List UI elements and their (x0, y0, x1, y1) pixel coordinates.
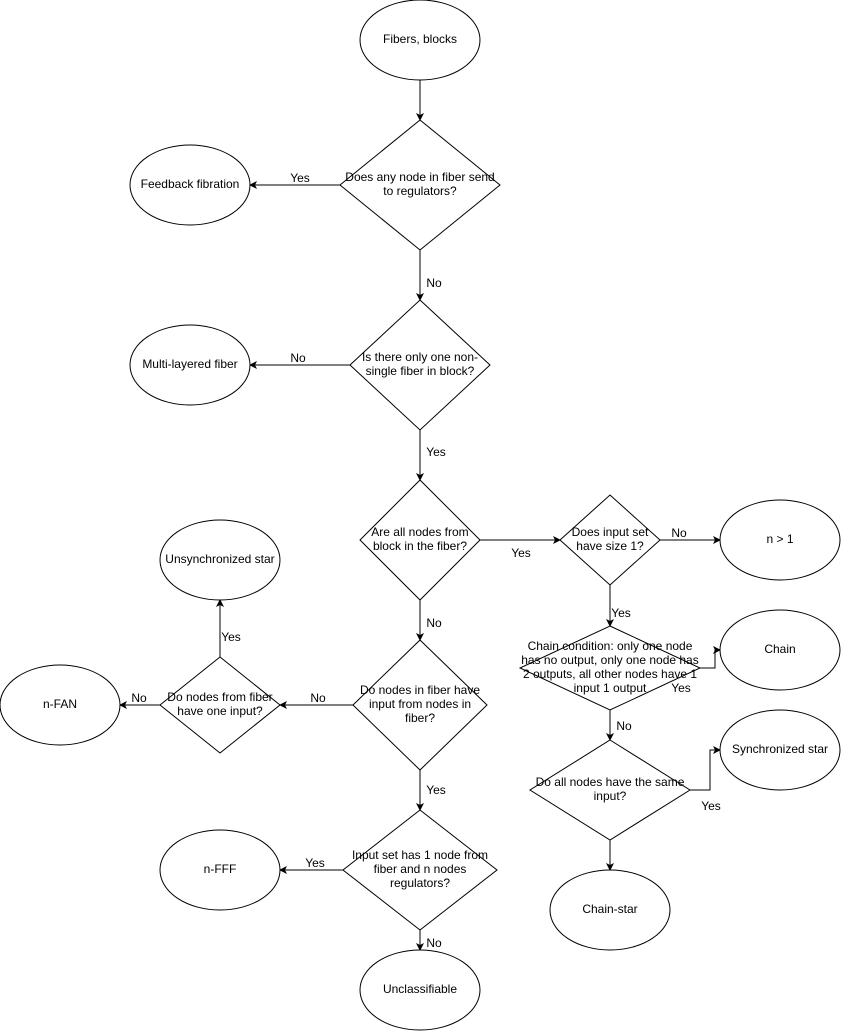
node-text: regulators? (390, 876, 450, 890)
node-n-fan: n-FAN (0, 664, 121, 746)
edge-label: Yes (221, 630, 241, 644)
node-q-send-regulators: Does any node in fiber sendto regulators… (339, 119, 501, 251)
node-text: n-FFF (204, 862, 237, 876)
node-text: to regulators? (383, 184, 457, 198)
edge-q-same-input-to-sync-star (690, 746, 721, 791)
node-text: Multi-layered fiber (142, 357, 237, 371)
node-text: Chain-star (582, 902, 637, 916)
node-text: Fibers, blocks (383, 32, 457, 46)
node-text: fiber and n nodes (374, 862, 467, 876)
edge-label: Yes (611, 606, 631, 620)
edge-q-chain-to-chain (700, 646, 721, 669)
node-text: Chain condition: only one node (528, 639, 693, 653)
node-chain: Chain (719, 609, 841, 691)
edge-label: No (616, 719, 632, 733)
node-text: Does any node in fiber send (345, 170, 494, 184)
node-q-input-set: Input set has 1 node fromfiber and n nod… (342, 809, 498, 931)
node-q-one-input: Do nodes from fiberhave one input? (159, 656, 281, 754)
nodes: Fibers, blocks Does any node in fiber sen… (0, 0, 841, 1031)
node-sync-star: Synchronized star (719, 709, 841, 791)
node-text: block in the fiber? (373, 539, 467, 553)
node-fibers: Fibers, blocks (359, 0, 481, 81)
node-text: n > 1 (766, 532, 793, 546)
node-text: Do nodes from fiber (167, 690, 272, 704)
node-text: Are all nodes from (371, 525, 468, 539)
node-q-input-from-fiber: Do nodes in fiber haveinput from nodes i… (352, 639, 488, 771)
edge-label: No (426, 936, 442, 950)
edge-label: Yes (426, 445, 446, 459)
edge-label: Yes (671, 681, 691, 695)
edge-label: Yes (511, 546, 531, 560)
node-text: Chain (764, 642, 795, 656)
node-text: fiber? (405, 711, 435, 725)
node-text: input 1 output (574, 681, 647, 695)
edge-label: Yes (701, 799, 721, 813)
node-n-gt-1: n > 1 (719, 499, 841, 581)
node-q-one-nonsingle: Is there only one non-single fiber in bl… (349, 299, 491, 431)
node-unsync-star: Unsynchronized star (159, 519, 281, 601)
node-text: Unsynchronized star (165, 552, 274, 566)
node-text: have size 1? (576, 539, 644, 553)
node-feedback: Feedback fibration (129, 144, 251, 226)
edge-label: Yes (305, 856, 325, 870)
edge-label: No (290, 351, 306, 365)
node-text: Unclassifiable (383, 982, 457, 996)
node-n-fff: n-FFF (159, 829, 281, 911)
node-text: Does input set (572, 525, 649, 539)
node-text: input? (594, 789, 627, 803)
node-text: Feedback fibration (141, 177, 240, 191)
node-text: Is there only one non- (362, 350, 478, 364)
node-q-chain: Chain condition: only one nodehas no out… (518, 625, 702, 711)
node-text: input from nodes in (369, 697, 471, 711)
edge-label: No (426, 276, 442, 290)
edge-label: Yes (290, 171, 310, 185)
edge-label: No (310, 691, 326, 705)
node-q-input-size: Does input sethave size 1? (559, 494, 661, 586)
node-multilayer: Multi-layered fiber (129, 324, 251, 406)
node-text: has no output, only one node has (521, 653, 698, 667)
node-text: Synchronized star (732, 742, 828, 756)
flowchart: Fibers, blocks Does any node in fiber sen… (0, 0, 841, 1031)
node-text: Do all nodes have the same (536, 775, 685, 789)
node-text: Do nodes in fiber have (360, 683, 480, 697)
node-text: n-FAN (43, 697, 77, 711)
edge-label: No (131, 691, 147, 705)
node-chain-star: Chain-star (549, 869, 671, 951)
node-q-same-input: Do all nodes have the sameinput? (529, 739, 691, 841)
node-text: have one input? (177, 704, 263, 718)
edge-label: Yes (426, 783, 446, 797)
node-text: single fiber in block? (366, 364, 475, 378)
node-q-all-in-fiber: Are all nodes fromblock in the fiber? (359, 479, 481, 601)
edge-label: No (671, 526, 687, 540)
node-unclassifiable: Unclassifiable (359, 949, 481, 1031)
node-text: Input set has 1 node from (352, 848, 488, 862)
edge-label: No (426, 616, 442, 630)
node-text: 2 outputs, all other nodes have 1 (523, 667, 697, 681)
